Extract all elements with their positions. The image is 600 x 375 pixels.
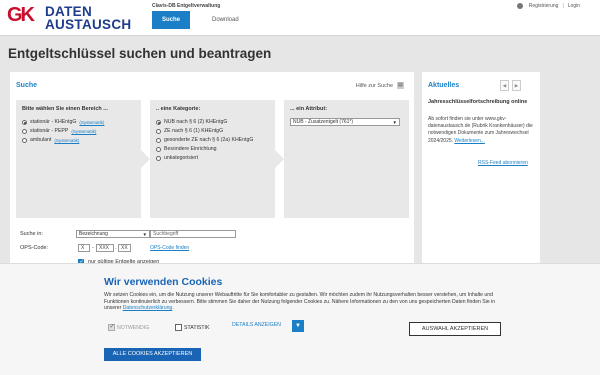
- statistics-checkbox[interactable]: [175, 324, 182, 331]
- ops-part-2-input[interactable]: XXX: [96, 244, 114, 252]
- area-option-kheg[interactable]: stationär - KHEntgG (Systematik): [22, 119, 104, 125]
- area-selection: Bitte wählen Sie einen Bereich ... stati…: [16, 100, 150, 218]
- nav-tab-download[interactable]: Download: [212, 11, 239, 29]
- systematik-link[interactable]: (Systematik): [54, 138, 79, 143]
- category-option-label: unkategorisiert: [164, 155, 199, 161]
- area-option-label: stationär - KHEntgG: [30, 119, 77, 125]
- cookie-necessary-option: NOTWENDIG: [108, 323, 150, 331]
- attribute-select-value: NUB - Zusatzentgelt (761*): [293, 119, 354, 125]
- systematik-link[interactable]: (Systematik): [71, 129, 96, 134]
- radio-icon[interactable]: [156, 128, 161, 134]
- logo-mark: GK: [7, 4, 35, 26]
- search-term-input[interactable]: Suchbegriff: [150, 230, 236, 238]
- news-headline: Jahresschlüsselfortschreibung online: [428, 99, 528, 105]
- news-title: Aktuelles: [428, 82, 460, 89]
- category-option-label: gesonderte ZE nach § 6 (2a) KHEntgG: [164, 137, 254, 143]
- cookie-title: Wir verwenden Cookies: [104, 276, 223, 288]
- radio-icon[interactable]: [156, 155, 161, 161]
- category-option-gesonderte-ze[interactable]: gesonderte ZE nach § 6 (2a) KHEntgG: [156, 137, 253, 143]
- cookie-text-end: .: [172, 305, 174, 311]
- radio-icon[interactable]: [22, 119, 27, 125]
- search-panel-title: Suche: [16, 82, 38, 89]
- rss-subscribe-link[interactable]: RSS-Feed abonnieren: [478, 160, 528, 166]
- privacy-policy-link[interactable]: Datenschutzerklärung: [123, 305, 173, 311]
- search-panel: Suche Hilfe zur Suche ▤ Bitte wählen Sie…: [10, 72, 414, 272]
- cookie-banner: Wir verwenden Cookies Wir setzen Cookies…: [0, 263, 600, 375]
- system-name: Clavis-DB Entgeltverwaltung: [152, 3, 221, 9]
- area-heading: Bitte wählen Sie einen Bereich ...: [22, 106, 108, 112]
- category-option-label: Besondere Einrichtung: [164, 146, 217, 152]
- accept-selection-button[interactable]: AUSWAHL AKZEPTIEREN: [409, 322, 501, 336]
- user-icon: [516, 3, 523, 9]
- area-option-label: stationär - PEPP: [30, 128, 69, 134]
- chevron-down-icon: ▼: [392, 120, 397, 125]
- area-option-pepp[interactable]: stationär - PEPP (Systematik): [22, 128, 96, 134]
- area-option-label: ambulant: [30, 137, 52, 143]
- ops-code-label: OPS-Code:: [20, 245, 49, 251]
- nav-tab-search[interactable]: Suche: [152, 11, 190, 29]
- news-body: Ab sofort finden sie unter www.gkv-daten…: [428, 116, 536, 145]
- ops-part-1-input[interactable]: X: [78, 244, 90, 252]
- attribute-heading: ... ein Attribut:: [290, 106, 328, 112]
- category-option-label: NUB nach § 6 (2) KHEntgG: [164, 119, 228, 125]
- radio-icon[interactable]: [156, 119, 161, 125]
- chevron-down-icon: ▼: [142, 232, 147, 237]
- radio-icon[interactable]: [22, 137, 27, 143]
- category-heading: .. eine Kategorie:: [156, 106, 201, 112]
- attribute-select[interactable]: NUB - Zusatzentgelt (761*) ▼: [290, 118, 400, 126]
- gkv-logo[interactable]: GK DATEN AUSTAUSCH: [7, 4, 142, 32]
- necessary-label: NOTWENDIG: [117, 324, 150, 331]
- search-in-label: Suche in:: [20, 231, 43, 237]
- news-read-more-link[interactable]: Weiterlesen...: [454, 138, 484, 144]
- category-option-ze[interactable]: ZE nach § 6 (1) KHEntgG: [156, 128, 223, 134]
- accept-all-cookies-button[interactable]: ALLE COOKIES AKZEPTIEREN: [104, 348, 201, 361]
- news-prev-button[interactable]: ◀: [500, 80, 509, 91]
- header-links: Registrierung | Login: [516, 3, 580, 9]
- header-separator: |: [562, 3, 564, 9]
- details-button[interactable]: DETAILS ANZEIGEN: [232, 322, 281, 328]
- category-selection: .. eine Kategorie: NUB nach § 6 (2) KHEn…: [150, 100, 284, 218]
- help-icon: ▤: [397, 82, 404, 89]
- news-panel: Aktuelles ◀ ▶ Jahresschlüsselfortschreib…: [422, 72, 540, 272]
- category-option-label: ZE nach § 6 (1) KHEntgG: [164, 128, 224, 134]
- site-header: GK DATEN AUSTAUSCH Clavis-DB Entgeltverw…: [0, 0, 600, 36]
- attribute-selection: ... ein Attribut: NUB - Zusatzentgelt (7…: [284, 100, 409, 218]
- radio-icon[interactable]: [22, 128, 27, 134]
- logo-text: DATEN AUSTAUSCH: [45, 5, 132, 32]
- ops-part-3-input[interactable]: XX: [118, 244, 131, 252]
- area-option-ambulant[interactable]: ambulant (Systematik): [22, 137, 79, 143]
- statistics-label: STATISTIK: [184, 324, 210, 331]
- search-in-select[interactable]: Bezeichnung ▼: [76, 230, 150, 238]
- radio-icon[interactable]: [156, 146, 161, 152]
- news-next-button[interactable]: ▶: [512, 80, 521, 91]
- chevron-down-icon[interactable]: ▼: [292, 320, 304, 332]
- category-option-unkategorisiert[interactable]: unkategorisiert: [156, 155, 198, 161]
- register-link[interactable]: Registrierung: [529, 3, 559, 9]
- ops-code-find-link[interactable]: OPS-Code finden: [150, 245, 189, 251]
- help-label: Hilfe zur Suche: [355, 82, 393, 89]
- systematik-link[interactable]: (Systematik): [79, 120, 104, 125]
- search-in-value: Bezeichnung: [79, 231, 108, 237]
- logo-text-line2: AUSTAUSCH: [45, 17, 132, 32]
- help-link[interactable]: Hilfe zur Suche ▤: [356, 82, 404, 89]
- page-title: Entgeltschlüssel suchen und beantragen: [8, 46, 272, 61]
- ops-dot: .: [115, 245, 117, 251]
- ops-dash: -: [92, 245, 94, 251]
- category-option-nub[interactable]: NUB nach § 6 (2) KHEntgG: [156, 119, 227, 125]
- login-link[interactable]: Login: [568, 3, 580, 9]
- cookie-text: Wir setzen Cookies ein, um die Nutzung u…: [104, 292, 500, 312]
- cookie-statistics-option[interactable]: STATISTIK: [175, 324, 209, 331]
- radio-icon[interactable]: [156, 137, 161, 143]
- necessary-checkbox: [108, 323, 115, 331]
- category-option-besondere[interactable]: Besondere Einrichtung: [156, 146, 217, 152]
